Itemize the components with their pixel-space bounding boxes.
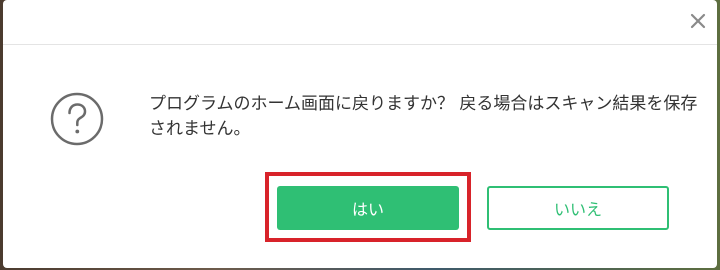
confirm-dialog: プログラムのホーム画面に戻りますか？ 戻る場合はスキャン結果を保存されません。 …: [3, 0, 717, 268]
question-circle-icon: [49, 91, 105, 147]
close-icon: [690, 13, 706, 29]
dialog-titlebar: [3, 0, 717, 45]
dialog-message: プログラムのホーム画面に戻りますか？ 戻る場合はスキャン結果を保存されません。: [149, 94, 698, 139]
close-button[interactable]: [685, 8, 711, 34]
no-button[interactable]: いいえ: [487, 186, 669, 230]
yes-button[interactable]: はい: [277, 186, 459, 230]
